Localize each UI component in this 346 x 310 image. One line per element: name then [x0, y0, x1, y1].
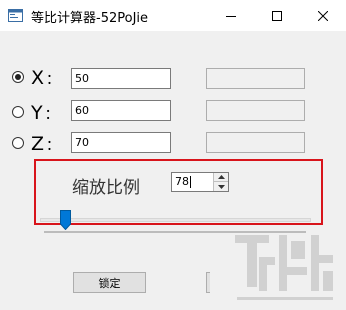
arrow-up-icon [217, 175, 225, 179]
y-input[interactable]: 60 [71, 100, 171, 121]
lock-button[interactable]: 锁定 [73, 272, 146, 293]
maximize-icon [272, 10, 282, 21]
scale-label: 缩放比例 [72, 178, 140, 198]
slider-thumb[interactable] [60, 210, 71, 230]
spin-down-button[interactable] [213, 182, 228, 191]
x-input[interactable]: 50 [71, 68, 171, 89]
slider-track[interactable] [40, 218, 311, 222]
title-bar: 等比计算器-52PoJie [0, 0, 346, 31]
text-caret [190, 176, 191, 188]
arrow-down-icon [217, 184, 225, 189]
z-result-field [206, 132, 305, 153]
scale-value: 78 [175, 175, 189, 188]
app-icon [8, 9, 23, 22]
radio-z[interactable] [12, 137, 24, 149]
second-button[interactable] [206, 272, 210, 293]
x-result-field [206, 68, 305, 89]
scale-spin-buttons [213, 173, 228, 191]
radio-y[interactable] [12, 106, 24, 118]
minimize-icon [226, 15, 236, 17]
close-icon [318, 10, 328, 21]
close-button[interactable] [300, 0, 346, 31]
label-x: X： [31, 67, 61, 89]
label-y: Y： [31, 102, 59, 124]
watermark-logo [235, 235, 333, 300]
window-title: 等比计算器-52PoJie [31, 11, 149, 26]
label-z: Z： [31, 133, 61, 155]
z-input[interactable]: 70 [71, 132, 171, 153]
maximize-button[interactable] [254, 0, 300, 31]
spin-up-button[interactable] [213, 173, 228, 182]
y-result-field [206, 100, 305, 121]
radio-x[interactable] [12, 71, 24, 83]
minimize-button[interactable] [208, 0, 254, 31]
